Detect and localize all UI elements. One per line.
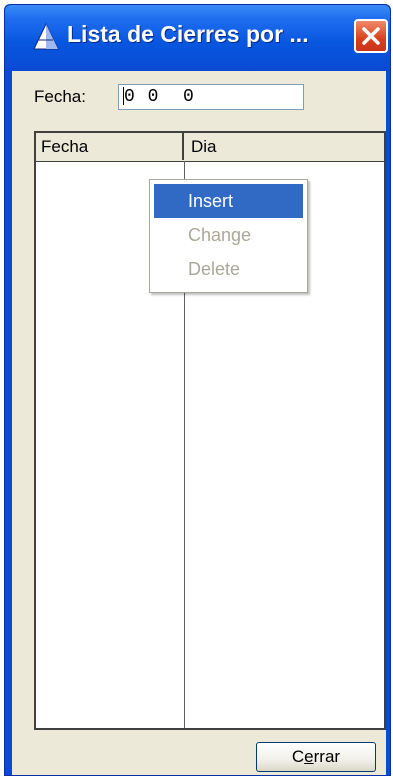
menu-item-change[interactable]: Change [154,218,303,252]
dialog-body: Fecha: 0 0 0 Fecha Dia Cerrar [12,71,386,775]
cerrar-button[interactable]: Cerrar [256,742,376,772]
fecha-label: Fecha: [34,87,86,106]
dialog-window: Lista de Cierres por ... Fecha: 0 0 0 Fe… [4,4,391,776]
close-button[interactable] [354,19,388,53]
close-icon [362,27,380,45]
fecha-input[interactable]: 0 0 0 [118,84,304,110]
window-title: Lista de Cierres por ... [67,21,309,47]
list-header: Fecha Dia [36,133,384,162]
pyramid-icon [33,22,59,50]
column-header-fecha[interactable]: Fecha [36,133,184,160]
cerrar-label-mnemonic: e [304,747,314,766]
cerrar-label-prefix: C [291,747,305,766]
menu-item-insert[interactable]: Insert [154,184,303,218]
title-bar[interactable]: Lista de Cierres por ... [5,5,390,71]
context-menu: Insert Change Delete [149,179,308,293]
menu-item-delete[interactable]: Delete [154,252,303,286]
fecha-input-value: 0 0 0 [124,87,195,107]
column-header-dia[interactable]: Dia [186,133,382,160]
cerrar-label-suffix: rrar [313,747,341,766]
